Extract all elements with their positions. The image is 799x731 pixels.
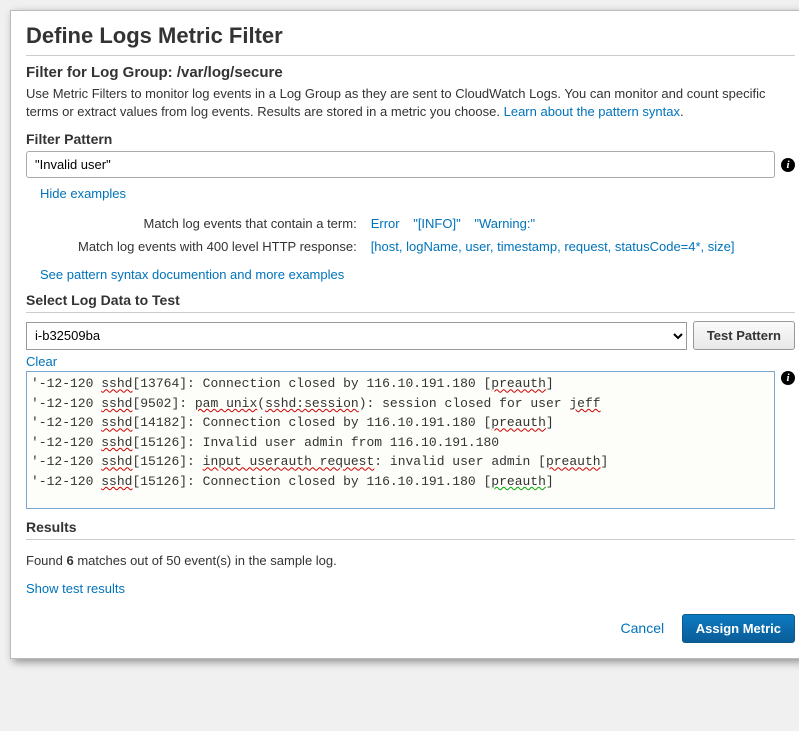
page-title: Define Logs Metric Filter — [26, 23, 795, 49]
clear-link[interactable]: Clear — [26, 354, 57, 369]
filter-pattern-label: Filter Pattern — [26, 131, 795, 147]
log-line: '-12-120 sshd[14182]: Connection closed … — [31, 413, 775, 433]
info-icon[interactable]: i — [781, 158, 795, 172]
example-term-label: Match log events that contain a term: — [72, 213, 363, 234]
test-pattern-button[interactable]: Test Pattern — [693, 321, 795, 350]
log-group-subtitle: Filter for Log Group: /var/log/secure — [26, 64, 795, 81]
example-term-error[interactable]: Error — [371, 216, 400, 231]
example-term-warning[interactable]: "Warning:" — [474, 216, 535, 231]
results-text: Found 6 matches out of 50 event(s) in th… — [26, 553, 795, 568]
divider — [26, 539, 795, 540]
log-line: '-12-120 sshd[9502]: pam unix(sshd:sessi… — [31, 394, 775, 414]
divider — [26, 55, 795, 56]
divider — [26, 312, 795, 313]
example-http-link[interactable]: [host, logName, user, timestamp, request… — [371, 239, 735, 254]
filter-pattern-input[interactable] — [26, 151, 775, 178]
log-data-select[interactable]: i-b32509ba — [26, 322, 687, 350]
example-http-label: Match log events with 400 level HTTP res… — [72, 236, 363, 257]
log-preview[interactable]: '-12-120 sshd[13764]: Connection closed … — [26, 371, 775, 509]
select-log-data-label: Select Log Data to Test — [26, 292, 795, 308]
assign-metric-button[interactable]: Assign Metric — [682, 614, 795, 643]
log-line: '-12-120 sshd[15126]: Invalid user admin… — [31, 433, 775, 453]
log-line: '-12-120 sshd[15126]: input userauth req… — [31, 452, 775, 472]
log-line: '-12-120 sshd[15126]: Connection closed … — [31, 472, 775, 492]
info-icon[interactable]: i — [781, 371, 795, 385]
pattern-docs-link[interactable]: See pattern syntax documention and more … — [40, 267, 344, 282]
metric-filter-dialog: Define Logs Metric Filter Filter for Log… — [10, 10, 799, 659]
log-line: '-12-120 sshd[13764]: Connection closed … — [31, 374, 775, 394]
show-test-results-link[interactable]: Show test results — [26, 581, 125, 596]
learn-syntax-link[interactable]: Learn about the pattern syntax — [504, 104, 680, 119]
example-term-info[interactable]: "[INFO]" — [413, 216, 461, 231]
description: Use Metric Filters to monitor log events… — [26, 85, 795, 121]
hide-examples-link[interactable]: Hide examples — [40, 186, 126, 201]
results-label: Results — [26, 519, 795, 535]
examples-table: Match log events that contain a term: Er… — [70, 211, 753, 259]
cancel-button[interactable]: Cancel — [621, 620, 665, 636]
